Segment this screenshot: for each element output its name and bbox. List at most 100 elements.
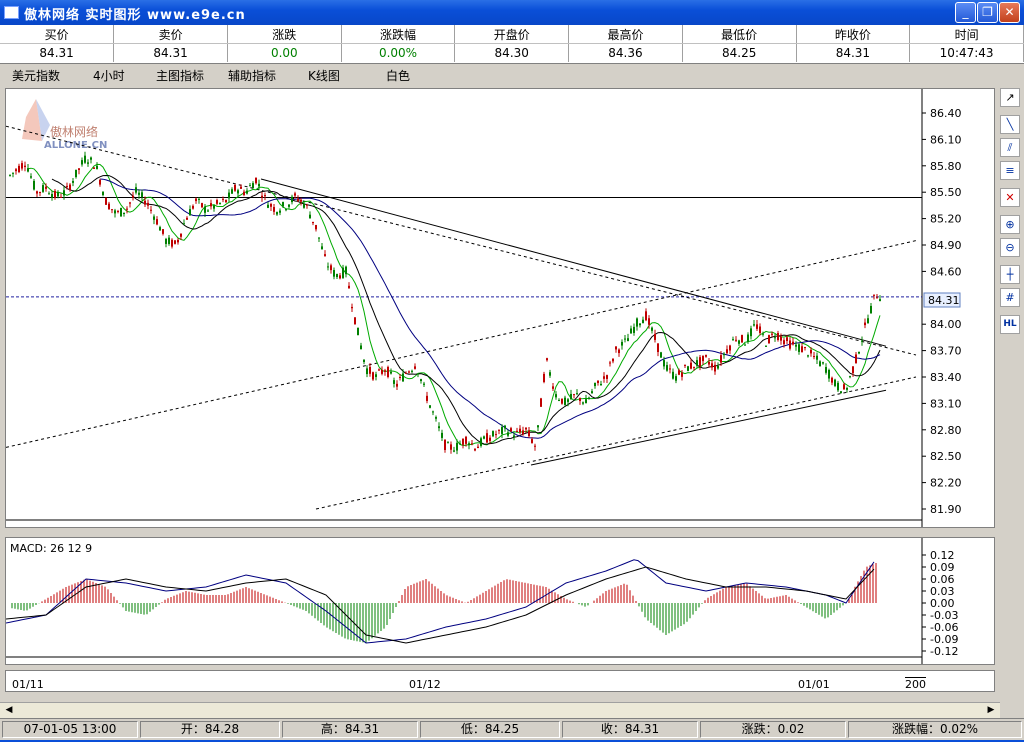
menu-main-indicator[interactable]: 主图指标 <box>156 67 204 84</box>
candle-body <box>495 434 497 436</box>
candle-body <box>327 266 329 268</box>
candle-body <box>285 209 287 211</box>
menu-symbol[interactable]: 美元指数 <box>12 67 60 84</box>
candle-body <box>345 266 347 275</box>
open-value: 84.30 <box>454 43 570 62</box>
candle-body <box>138 192 140 195</box>
menu-chart-type[interactable]: K线图 <box>308 67 340 84</box>
candle-body <box>453 450 455 452</box>
candle-body <box>474 448 476 451</box>
candle-body <box>714 364 716 372</box>
candle-body <box>186 217 188 220</box>
candle-body <box>792 341 794 345</box>
candle-body <box>549 372 551 376</box>
candle-body <box>879 299 881 302</box>
candle-body <box>153 216 155 220</box>
macd-panel[interactable]: MACD: 26 12 9 0.12 0.09 0.06 0.03 0.00 -0.03-… <box>5 537 995 665</box>
price-axis: 86.40 86.10 85.80 85.50 85.20 84.90 84.60 84.00… <box>922 107 962 516</box>
minimize-button[interactable]: _ <box>955 2 976 23</box>
candle-body <box>45 186 47 189</box>
candle-body <box>762 333 764 335</box>
candle-body <box>51 194 53 198</box>
candle-body <box>162 229 164 234</box>
close-button[interactable]: ✕ <box>999 2 1020 23</box>
candle-body <box>705 355 707 357</box>
candle-body <box>603 376 605 379</box>
candle-body <box>591 391 593 394</box>
watermark: 傲林网络 ALLONE.CN <box>22 99 107 151</box>
parallel-tool-icon[interactable]: ⫽ <box>1000 138 1020 157</box>
quote-header: 昨收价 <box>796 25 911 44</box>
candle-body <box>84 155 86 163</box>
candle-body <box>612 358 614 362</box>
candle-body <box>354 317 356 325</box>
candle-body <box>585 399 587 404</box>
change-pct-value: 0.00% <box>341 43 456 62</box>
candle-body <box>348 285 350 289</box>
hline-tool-icon[interactable]: ≡ <box>1000 161 1020 180</box>
candle-body <box>228 192 230 199</box>
price-chart[interactable]: 傲林网络 ALLONE.CN 86.40 86.10 85.80 85.50 85.20… <box>5 89 994 527</box>
candle-body <box>867 318 869 324</box>
price-tick-label: 84.60 <box>930 265 962 278</box>
moving-averages <box>27 163 881 447</box>
candle-body <box>525 427 527 430</box>
delete-icon[interactable]: ✕ <box>1000 188 1020 207</box>
candle-body <box>624 338 626 340</box>
candle-body <box>711 363 713 368</box>
candle-body <box>288 204 290 207</box>
candle-body <box>75 169 77 178</box>
candle-body <box>258 183 260 187</box>
candle-body <box>279 210 281 213</box>
candle-body <box>297 198 299 201</box>
restore-button[interactable]: ❐ <box>977 2 998 23</box>
line-tool-icon[interactable]: ╲ <box>1000 115 1020 134</box>
low-value: 84.25 <box>682 43 797 62</box>
candle-body <box>330 265 332 271</box>
grid-icon[interactable]: # <box>1000 288 1020 307</box>
high-low-icon[interactable]: HL <box>1000 315 1020 334</box>
scroll-right-icon[interactable]: ▶ <box>984 704 998 717</box>
zoom-out-icon[interactable]: ⊖ <box>1000 238 1020 257</box>
candle-body <box>555 394 557 398</box>
candle-body <box>249 185 251 187</box>
status-low: 低：84.25 <box>420 721 560 738</box>
candle-body <box>759 326 761 334</box>
cursor-tool-icon[interactable]: ↗ <box>1000 88 1020 107</box>
candle-body <box>324 254 326 256</box>
candle-body <box>609 362 611 364</box>
candle-body <box>480 438 482 446</box>
candle-body <box>270 204 272 207</box>
scroll-left-icon[interactable]: ◀ <box>2 704 16 717</box>
candle-body <box>42 185 44 192</box>
horizontal-scrollbar[interactable]: ◀ ▶ <box>0 702 1000 718</box>
menu-theme[interactable]: 白色 <box>386 67 410 84</box>
candle-body <box>30 176 32 178</box>
candle-body <box>744 344 746 346</box>
candle-body <box>447 442 449 444</box>
macd-chart[interactable]: MACD: 26 12 9 0.120.090.060.030.00-0.03-… <box>5 538 994 664</box>
menu-period[interactable]: 4小时 <box>93 67 125 84</box>
candle-body <box>849 376 851 378</box>
candle-body <box>606 375 608 379</box>
candle-body <box>135 187 137 193</box>
crosshair-icon[interactable]: ┼ <box>1000 265 1020 284</box>
zoom-in-icon[interactable]: ⊕ <box>1000 215 1020 234</box>
macd-axis: 0.120.090.060.030.00-0.03-0.06-0.09-0.12 <box>922 549 958 658</box>
candle-body <box>846 387 848 390</box>
candle-body <box>819 361 821 367</box>
candle-body <box>360 345 362 350</box>
candle-body <box>201 203 203 208</box>
candle-body <box>282 202 284 207</box>
time-value: 10:47:43 <box>909 43 1024 62</box>
time-label: 01/01 <box>798 678 830 691</box>
quote-header-row: 买价 卖价 涨跌 涨跌幅 开盘价 最高价 最低价 昨收价 时间 <box>0 25 1024 44</box>
price-tick-label: 83.10 <box>930 397 962 410</box>
price-tick-label: 84.00 <box>930 318 962 331</box>
price-chart-panel[interactable]: 傲林网络 ALLONE.CN 86.40 86.10 85.80 85.50 85.20… <box>5 88 995 528</box>
menu-sub-indicator[interactable]: 辅助指标 <box>228 67 276 84</box>
candle-body <box>735 339 737 341</box>
candle-body <box>318 237 320 239</box>
candle-body <box>540 398 542 407</box>
candle-body <box>789 340 791 349</box>
